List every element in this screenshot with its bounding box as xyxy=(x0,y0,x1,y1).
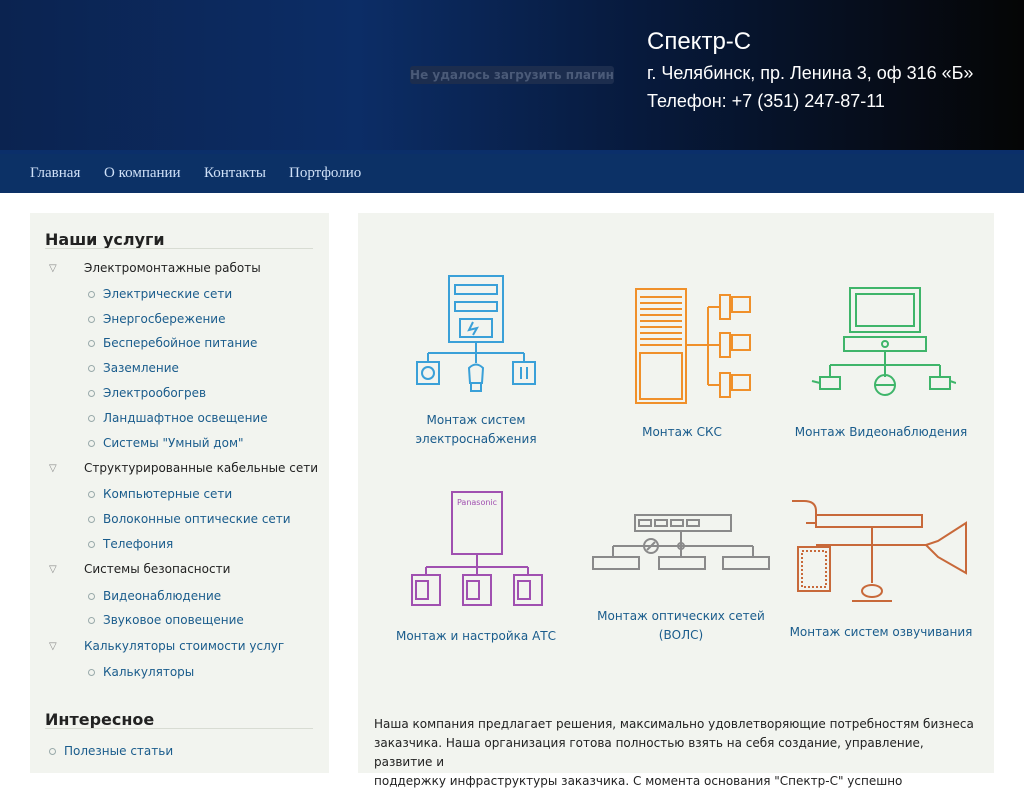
company-name: Спектр-С xyxy=(647,28,752,55)
sidebar: Наши услуги ▽ Электромонтажные работы Эл… xyxy=(30,213,329,773)
cctv-icon xyxy=(811,287,956,396)
service-title[interactable]: Монтаж систем озвучивания xyxy=(786,623,976,642)
bullet-icon xyxy=(88,415,95,422)
service-title[interactable]: Монтаж оптических сетей xyxy=(581,607,781,626)
pbx-brand-label: Panasonic xyxy=(457,498,497,507)
collapse-triangle-icon[interactable]: ▽ xyxy=(49,263,57,274)
link-grounding[interactable]: Заземление xyxy=(103,361,179,375)
services-heading: Наши услуги xyxy=(45,230,165,249)
collapse-triangle-icon[interactable]: ▽ xyxy=(49,641,57,652)
service-title[interactable]: Монтаж СКС xyxy=(592,423,772,442)
pbx-icon: Panasonic xyxy=(411,491,543,606)
service-card-power-supply[interactable]: Монтаж систем электроснабжения xyxy=(386,273,566,449)
nav-home[interactable]: Главная xyxy=(30,165,80,182)
service-card-sound[interactable]: Монтаж систем озвучивания xyxy=(786,495,976,642)
bullet-icon xyxy=(88,516,95,523)
collapse-triangle-icon[interactable]: ▽ xyxy=(49,564,57,575)
bullet-icon xyxy=(88,491,95,498)
link-landscape-lighting[interactable]: Ландшафтное освещение xyxy=(103,411,268,425)
category-calculators[interactable]: Калькуляторы стоимости услуг xyxy=(84,639,284,653)
company-phone: Телефон: +7 (351) 247-87-11 xyxy=(647,91,885,111)
divider xyxy=(45,248,313,249)
service-card-cctv[interactable]: Монтаж Видеонаблюдения xyxy=(791,285,971,442)
main-nav: Главная О компании Контакты Портфолио xyxy=(0,154,1024,193)
category-electrical[interactable]: Электромонтажные работы xyxy=(84,261,261,275)
link-sound-alert[interactable]: Звуковое оповещение xyxy=(103,613,244,627)
about-line: поддержку инфраструктуры заказчика. С мо… xyxy=(374,774,903,788)
power-supply-icon xyxy=(416,275,536,392)
link-calculators[interactable]: Калькуляторы xyxy=(103,665,194,679)
fiber-network-icon xyxy=(592,514,770,570)
link-energy-saving[interactable]: Энергосбережение xyxy=(103,312,225,326)
bullet-icon xyxy=(88,291,95,298)
service-title[interactable]: Монтаж систем xyxy=(386,411,566,430)
bullet-icon xyxy=(88,316,95,323)
divider xyxy=(45,728,313,729)
service-card-fiber[interactable]: Монтаж оптических сетей (ВОЛС) xyxy=(581,509,781,645)
category-security[interactable]: Системы безопасности xyxy=(84,562,230,576)
interesting-heading: Интересное xyxy=(45,710,155,729)
structured-cabling-icon xyxy=(635,288,751,404)
bullet-icon xyxy=(88,541,95,548)
link-electric-heating[interactable]: Электрообогрев xyxy=(103,386,206,400)
category-cabling[interactable]: Структурированные кабельные сети xyxy=(84,461,318,475)
service-card-pbx[interactable]: Panasonic Монтаж и настройка АТС xyxy=(386,489,566,646)
nav-about[interactable]: О компании xyxy=(104,165,181,182)
bullet-icon xyxy=(88,340,95,347)
service-card-cabling[interactable]: Монтаж СКС xyxy=(592,285,772,442)
bullet-icon xyxy=(88,390,95,397)
bullet-icon xyxy=(88,593,95,600)
link-fiber-networks[interactable]: Волоконные оптические сети xyxy=(103,512,291,526)
about-line: Наша компания предлагает решения, максим… xyxy=(374,717,974,731)
bullet-icon xyxy=(88,365,95,372)
link-computer-networks[interactable]: Компьютерные сети xyxy=(103,487,232,501)
plugin-error-notice: Не удалось загрузить плагин xyxy=(410,66,614,84)
company-info: Спектр-С г. Челябинск, пр. Ленина 3, оф … xyxy=(647,28,973,112)
link-electrical-networks[interactable]: Электрические сети xyxy=(103,287,232,301)
link-smart-home[interactable]: Системы "Умный дом" xyxy=(103,436,244,450)
link-video-surveillance[interactable]: Видеонаблюдение xyxy=(103,589,221,603)
sound-system-icon xyxy=(792,500,967,602)
bullet-icon xyxy=(88,669,95,676)
site-header: Не удалось загрузить плагин Спектр-С г. … xyxy=(0,0,1024,152)
link-telephony[interactable]: Телефония xyxy=(103,537,173,551)
service-title[interactable]: Монтаж Видеонаблюдения xyxy=(791,423,971,442)
main-content: Монтаж систем электроснабжения Монтаж СК… xyxy=(358,213,994,788)
bullet-icon xyxy=(49,748,56,755)
about-text: Наша компания предлагает решения, максим… xyxy=(374,715,974,791)
bullet-icon xyxy=(88,617,95,624)
service-subtitle[interactable]: (ВОЛС) xyxy=(581,626,781,645)
bullet-icon xyxy=(88,440,95,447)
nav-contacts[interactable]: Контакты xyxy=(204,165,266,182)
service-title[interactable]: Монтаж и настройка АТС xyxy=(386,627,566,646)
company-address: г. Челябинск, пр. Ленина 3, оф 316 «Б» xyxy=(647,63,974,83)
about-line: заказчика. Наша организация готова полно… xyxy=(374,736,924,769)
nav-portfolio[interactable]: Портфолио xyxy=(289,165,361,182)
link-ups[interactable]: Бесперебойное питание xyxy=(103,336,257,350)
service-subtitle[interactable]: электроснабжения xyxy=(386,430,566,449)
collapse-triangle-icon[interactable]: ▽ xyxy=(49,463,57,474)
link-useful-articles[interactable]: Полезные статьи xyxy=(64,744,173,758)
